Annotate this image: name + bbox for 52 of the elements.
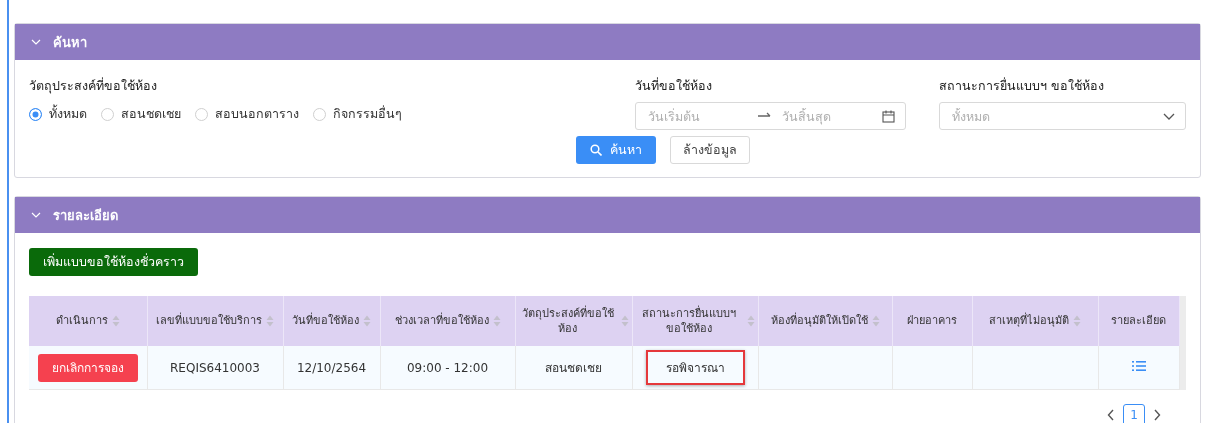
sort-icon[interactable]	[1073, 315, 1081, 327]
chevron-icon[interactable]	[31, 210, 41, 220]
previous-page-icon[interactable]	[1107, 409, 1115, 421]
arrow-icon	[758, 112, 772, 120]
radio-option[interactable]: สอนชดเชย	[101, 104, 181, 124]
search-icon	[589, 144, 602, 156]
radio-icon[interactable]	[29, 107, 42, 121]
end-date-input[interactable]: วันสิ้นสุด	[780, 107, 874, 125]
start-date-input[interactable]: วันเริ่มต้น	[646, 107, 750, 125]
status-input[interactable]: ทั้งหมด	[950, 107, 1163, 125]
chevron-icon[interactable]	[31, 37, 41, 47]
table-cell: 12/10/2564	[283, 346, 380, 390]
next-page-icon[interactable]	[1153, 409, 1161, 421]
column-header[interactable]: เลขที่แบบขอใช้บริการ	[147, 296, 283, 346]
column-header[interactable]: วันที่ขอใช้ห้อง	[283, 296, 380, 346]
table-cell: สอนชดเชย	[515, 346, 632, 390]
sort-icon[interactable]	[492, 315, 501, 327]
add-request-button[interactable]: เพิ่มแบบขอใช้ห้องชั่วคราว	[29, 248, 198, 276]
sort-icon[interactable]	[363, 315, 371, 327]
column-header[interactable]: ดำเนินการ	[29, 296, 147, 346]
status-dropdown[interactable]: ทั้งหมด	[939, 102, 1186, 130]
radio-icon[interactable]	[101, 107, 114, 121]
field-label: วัตถุประสงค์ที่ขอใช้ห้อง	[29, 76, 158, 96]
radio-icon[interactable]	[313, 107, 326, 121]
list-icon[interactable]	[1131, 360, 1146, 372]
radio-option[interactable]: สอบนอกตาราง	[195, 104, 299, 124]
sort-icon[interactable]	[746, 315, 755, 327]
calendar-icon	[882, 109, 895, 123]
clear-button[interactable]: ล้างข้อมูล	[669, 136, 750, 164]
field-label: วันที่ขอใช้ห้อง	[635, 76, 713, 95]
radio-option[interactable]: ทั้งหมด	[29, 104, 87, 124]
column-header[interactable]: สถานะการยื่นแบบฯ ขอใช้ห้อง	[632, 296, 758, 346]
panel-title: ค้นหา	[53, 33, 87, 52]
column-header[interactable]: ช่วงเวลาที่ขอใช้ห้อง	[380, 296, 515, 346]
column-header[interactable]: สาเหตุที่ไม่อนุมัติ	[972, 296, 1098, 346]
field-label: สถานะการยื่นแบบฯ ขอใช้ห้อง	[939, 76, 1105, 95]
column-header: ฝ่ายอาคาร	[892, 296, 972, 346]
sort-icon[interactable]	[620, 315, 629, 327]
cancel-booking-button[interactable]: ยกเลิกการจอง	[37, 353, 138, 382]
table-cell: REQIS6410003	[147, 346, 283, 390]
highlighted-status: รอพิจารณา	[645, 350, 745, 385]
column-header[interactable]: ห้องที่อนุมัติให้เปิดใช้	[758, 296, 892, 346]
radio-icon[interactable]	[195, 107, 208, 121]
radio-option[interactable]: กิจกรรมอื่นๆ	[313, 104, 402, 124]
sort-icon[interactable]	[871, 315, 880, 327]
panel-title: รายละเอียด	[53, 206, 118, 225]
table-cell: 09:00 - 12:00	[380, 346, 515, 390]
sort-icon[interactable]	[111, 315, 120, 327]
column-header: รายละเอียด	[1098, 296, 1179, 346]
date-range-field[interactable]: วันเริ่มต้น วันสิ้นสุด	[635, 102, 906, 130]
sort-icon[interactable]	[266, 315, 274, 327]
column-header[interactable]: วัตถุประสงค์ที่ขอใช้ห้อง	[515, 296, 632, 346]
